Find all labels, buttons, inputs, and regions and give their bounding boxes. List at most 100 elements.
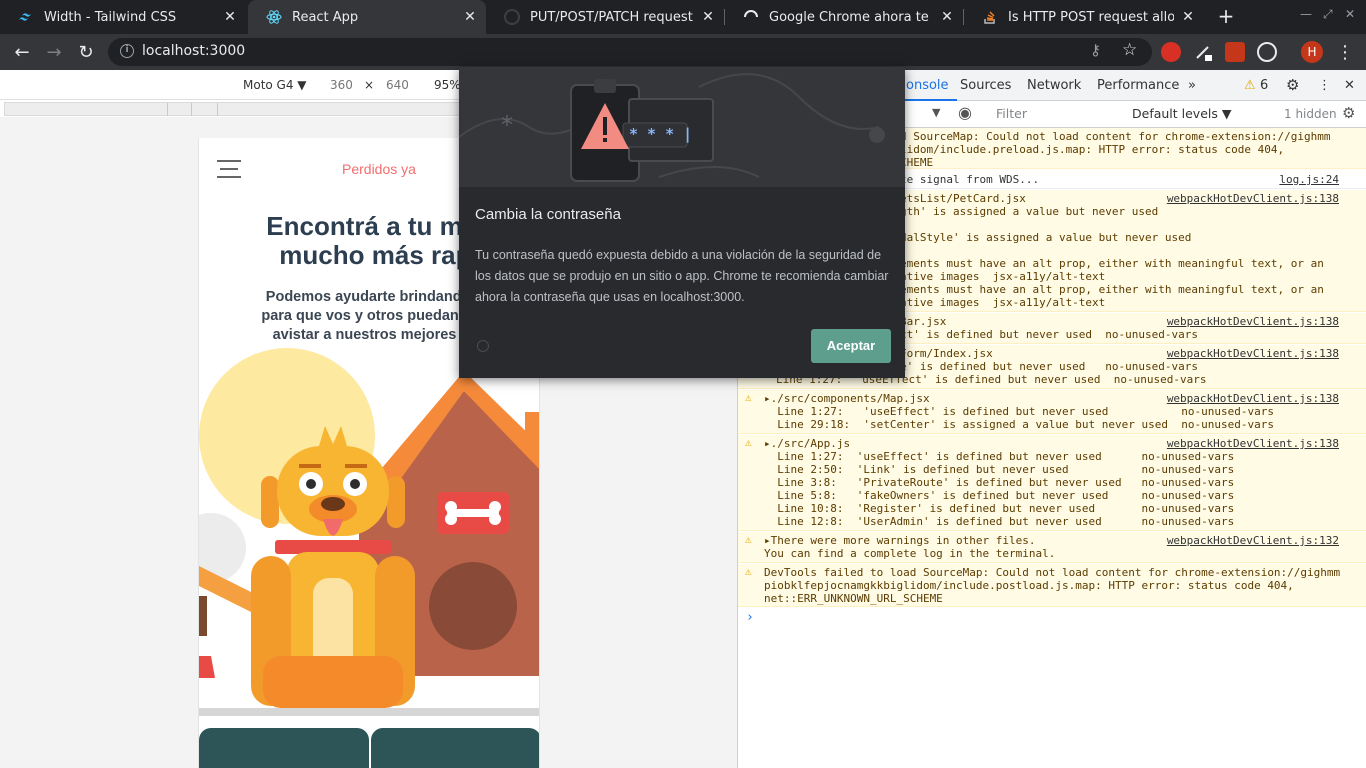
tab-network[interactable]: Network [1027,78,1081,93]
tab-http-post[interactable]: Is HTTP POST request allowe ✕ [964,0,1204,34]
console-text: etsList/PetCard.jsx [900,192,1026,205]
close-tab-icon[interactable]: ✕ [939,9,955,25]
adblock-extension-icon[interactable] [1161,42,1181,62]
reload-icon[interactable]: ↻ [74,40,98,64]
console-text: ative images jsx-a11y/alt-text [900,270,1106,283]
close-tab-icon[interactable]: ✕ [462,9,478,25]
console-source-link[interactable]: webpackHotDevClient.js:132 [1167,534,1339,547]
tab-strip: Width - Tailwind CSS ✕ React App ✕ PUT/P… [0,0,1366,34]
tab-tailwind[interactable]: Width - Tailwind CSS ✕ [0,0,246,34]
console-warning: ⚠ ▸./src/App.js webpackHotDevClient.js:1… [738,435,1366,531]
new-tab-button[interactable]: + [1214,4,1238,28]
console-text: net::ERR_UNKNOWN_URL_SCHEME [764,592,943,605]
console-text: d SourceMap: Could not load content for … [900,130,1331,143]
console-text: ements must have an alt prop, either wit… [900,283,1324,296]
horizontal-scrollbar[interactable] [199,708,539,716]
key-icon[interactable]: ⚷ [1090,41,1101,59]
console-filter-input[interactable]: Filter [990,104,1120,124]
console-text: ements must have an alt prop, either wit… [900,257,1324,270]
accept-button[interactable]: Aceptar [811,329,891,363]
close-devtools-icon[interactable]: ✕ [1344,78,1355,93]
github-icon [504,9,520,25]
console-text: Line 2:50: 'Link' is defined but never u… [764,463,1235,476]
console-text: Line 10:8: 'Register' is defined but nev… [764,502,1235,515]
device-height[interactable]: 640 [386,78,409,92]
console-source-link[interactable]: webpackHotDevClient.js:138 [1167,437,1339,450]
warning-icon: ⚠ [745,436,752,449]
console-text: Line 5:8: 'fakeOwners' is defined but ne… [764,489,1235,502]
maximize-icon[interactable]: ⤢ [1323,7,1333,22]
warning-icon: ⚠ [745,533,752,546]
console-text: ct' is defined but never used no-unused-… [900,328,1199,341]
console-text: Line 1:27: 'useEffect' is defined but ne… [764,450,1235,463]
pen-extension-icon[interactable] [1193,42,1213,62]
console-text[interactable]: ▸There were more warnings in other files… [764,534,1036,547]
console-text: dalStyle' is assigned a value but never … [900,231,1192,244]
console-text: lidom/include.preload.js.map: HTTP error… [900,143,1285,156]
help-icon[interactable] [477,340,489,352]
profile-avatar[interactable]: H [1301,41,1323,63]
devtools-menu-icon[interactable]: ⋮ [1318,78,1331,93]
tab-performance[interactable]: Performance [1097,78,1179,93]
zoom-select[interactable]: 95% [434,78,461,92]
tab-title: Width - Tailwind CSS [44,9,177,25]
console-source-link[interactable]: webpackHotDevClient.js:138 [1167,392,1339,405]
device-width[interactable]: 360 [330,78,353,92]
context-dropdown-icon[interactable]: ▼ [932,106,940,119]
console-text: You can find a complete log in the termi… [764,547,1056,560]
console-text: gth' is assigned a value but never used [900,205,1159,218]
device-select[interactable]: Moto G4 ▼ [243,78,307,92]
react-icon [266,9,282,25]
console-source-link[interactable]: webpackHotDevClient.js:138 [1167,347,1339,360]
primary-action-button[interactable] [199,728,369,768]
live-expression-eye-icon[interactable]: ◉ [958,103,972,122]
address-bar[interactable]: i localhost:3000 ⚷ ☆ [108,38,1152,66]
secondary-action-button[interactable] [371,728,539,768]
console-source-link[interactable]: webpackHotDevClient.js:138 [1167,315,1339,328]
hamburger-menu-icon[interactable] [217,160,241,184]
tab-title: React App [292,9,359,25]
close-tab-icon[interactable]: ✕ [700,9,716,25]
console-text: Bar.jsx [900,315,947,328]
settings-gear-icon[interactable]: ⚙ [1286,76,1299,94]
browser-toolbar: ← → ↻ i localhost:3000 ⚷ ☆ H ⋮ [0,34,1366,70]
minimize-icon[interactable]: — [1300,7,1312,21]
console-prompt[interactable]: › [746,610,754,625]
more-tabs-icon[interactable]: » [1188,78,1196,93]
puzzle-extension-icon[interactable] [1225,42,1245,62]
close-window-icon[interactable]: ✕ [1345,7,1355,21]
target-extension-icon[interactable] [1257,42,1277,62]
console-text[interactable]: ▸./src/components/Map.jsx [764,392,930,405]
warning-count-icon[interactable]: ⚠ [1244,78,1256,93]
warning-count[interactable]: 6 [1260,78,1268,93]
console-text[interactable]: ▸./src/App.js [764,437,850,450]
console-text: te signal from WDS... [900,173,1040,186]
warning-icon: ⚠ [745,391,752,404]
close-tab-icon[interactable]: ✕ [222,9,238,25]
log-levels-select[interactable]: Default levels ▼ [1132,106,1231,121]
tab-stackoverflow-put[interactable]: PUT/POST/PATCH request bo ✕ [486,0,724,34]
back-icon[interactable]: ← [10,40,34,64]
tab-console[interactable]: onsole [898,78,956,101]
address-url[interactable]: localhost:3000 [142,43,245,59]
warning-icon: ⚠ [745,565,752,578]
forward-icon[interactable]: → [42,40,66,64]
menu-kebab-icon[interactable]: ⋮ [1333,40,1357,64]
close-tab-icon[interactable]: ✕ [1180,9,1196,25]
bookmark-star-icon[interactable]: ☆ [1122,40,1137,60]
console-text: Line 1:27: 'useEffect' is defined but ne… [764,405,1274,418]
tab-sources[interactable]: Sources [960,78,1011,93]
tailwind-icon [18,9,34,25]
tab-google-chrome[interactable]: Google Chrome ahora te avis ✕ [725,0,963,34]
dialog-illustration: * * * * | [459,67,905,187]
hidden-count: 1 hidden [1284,107,1337,121]
brand-name[interactable]: Perdidos ya [342,161,416,177]
console-source-link[interactable]: webpackHotDevClient.js:138 [1167,192,1339,205]
console-source-link[interactable]: log.js:24 [1279,173,1339,186]
console-settings-icon[interactable]: ⚙ [1342,104,1355,122]
tab-react-app[interactable]: React App ✕ [248,0,486,34]
site-info-icon[interactable]: i [120,44,134,58]
console-warning: ⚠ DevTools failed to load SourceMap: Cou… [738,564,1366,607]
svg-text:*: * [501,111,513,139]
tab-title: Google Chrome ahora te avis [769,9,933,25]
